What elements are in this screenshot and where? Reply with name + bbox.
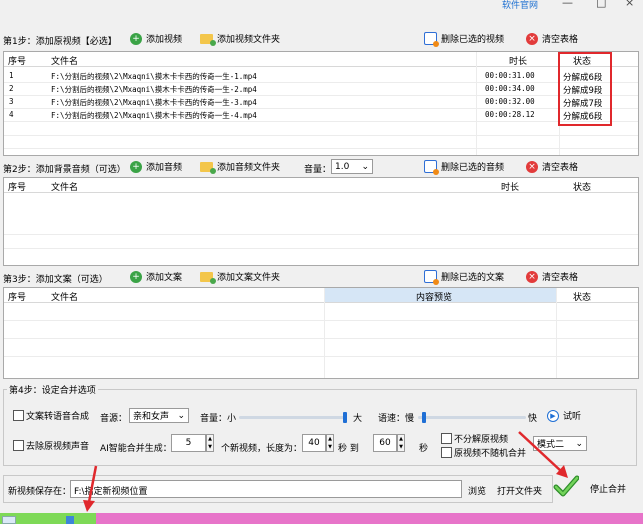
arrow-to-progress bbox=[83, 465, 98, 512]
taskbar-item bbox=[66, 516, 74, 524]
arrow-to-checkmark bbox=[518, 431, 568, 478]
annotation-arrows bbox=[83, 431, 568, 512]
progress-bar bbox=[0, 513, 643, 524]
taskbar-item bbox=[2, 516, 16, 524]
